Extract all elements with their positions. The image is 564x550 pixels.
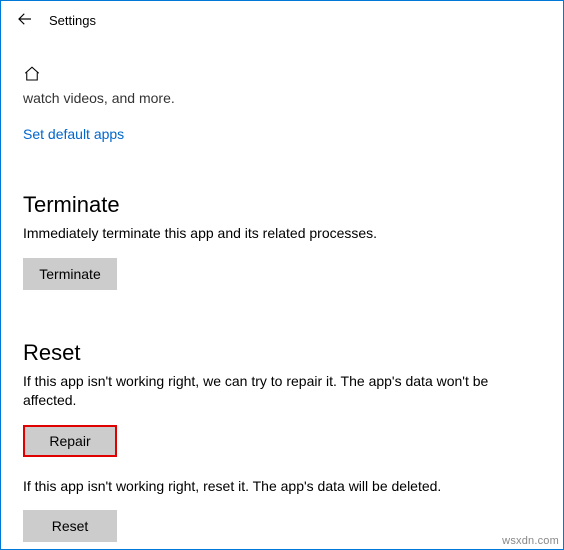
content-area: watch videos, and more. Set default apps… (1, 37, 563, 542)
home-icon[interactable] (23, 65, 41, 88)
repair-description: If this app isn't working right, we can … (23, 372, 523, 411)
reset-description: If this app isn't working right, reset i… (23, 477, 523, 497)
truncated-description-line: watch videos, and more. (23, 90, 541, 106)
watermark-text: wsxdn.com (502, 535, 559, 547)
back-button[interactable] (11, 6, 39, 34)
header-title: Settings (49, 13, 96, 28)
reset-button[interactable]: Reset (23, 510, 117, 542)
terminate-button[interactable]: Terminate (23, 258, 117, 290)
reset-heading: Reset (23, 340, 541, 366)
back-arrow-icon (16, 10, 34, 31)
terminate-description: Immediately terminate this app and its r… (23, 224, 523, 244)
repair-button[interactable]: Repair (23, 425, 117, 457)
set-default-apps-link[interactable]: Set default apps (23, 126, 124, 142)
header-bar: Settings (1, 1, 563, 37)
terminate-heading: Terminate (23, 192, 541, 218)
